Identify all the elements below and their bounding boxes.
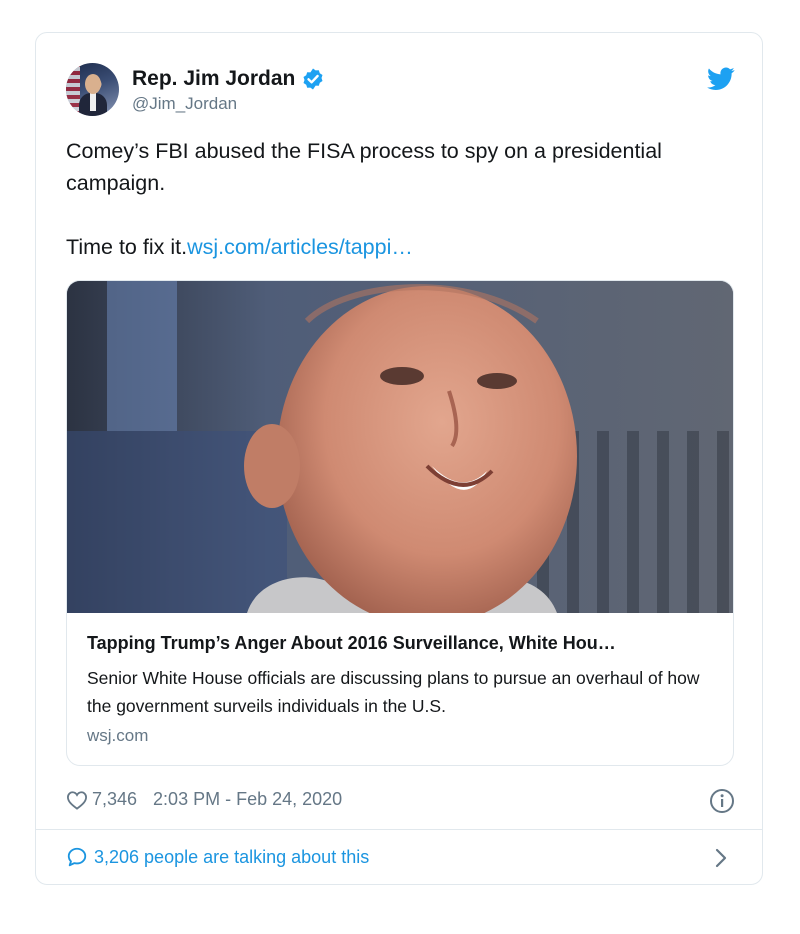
- preview-domain: wsj.com: [87, 726, 149, 745]
- tweet-meta: 7,346 2:03 PM - Feb 24, 2020: [66, 789, 342, 810]
- avatar-head: [85, 74, 101, 94]
- talking-count[interactable]: 3,206 people are talking about this: [94, 847, 369, 868]
- author-handle[interactable]: @Jim_Jordan: [132, 94, 237, 114]
- author-name-row[interactable]: Rep. Jim Jordan: [132, 67, 325, 91]
- avatar-shirt: [90, 93, 96, 111]
- preview-description: Senior White House officials are discuss…: [87, 668, 700, 716]
- preview-photo-illustration: [67, 281, 733, 613]
- preview-image[interactable]: [67, 281, 733, 613]
- avatar-flag: [66, 63, 80, 116]
- author-name[interactable]: Rep. Jim Jordan: [132, 67, 295, 91]
- avatar[interactable]: [66, 63, 119, 116]
- preview-title[interactable]: Tapping Trump’s Anger About 2016 Surveil…: [87, 633, 717, 654]
- conversation-link[interactable]: 3,206 people are talking about this: [66, 846, 369, 868]
- tweet-line-2-text: Time to fix it.: [66, 235, 188, 259]
- tweet-text: Comey’s FBI abused the FISA process to s…: [66, 135, 736, 263]
- footer-divider: [36, 829, 762, 830]
- tweet-line-1: Comey’s FBI abused the FISA process to s…: [66, 139, 662, 195]
- heart-icon[interactable]: [66, 790, 88, 810]
- tweet-line-2: Time to fix it.wsj.com/articles/tappi…: [66, 231, 736, 263]
- embedded-tweet-card[interactable]: Rep. Jim Jordan @Jim_Jordan Comey’s FBI …: [35, 32, 763, 885]
- info-icon[interactable]: [709, 788, 735, 814]
- verified-badge-icon: [303, 68, 323, 90]
- link-preview-card[interactable]: Tapping Trump’s Anger About 2016 Surveil…: [66, 280, 734, 766]
- timestamp[interactable]: 2:03 PM - Feb 24, 2020: [153, 789, 342, 810]
- like-count[interactable]: 7,346: [92, 789, 137, 810]
- twitter-bird-icon[interactable]: [707, 67, 735, 91]
- tweet-link[interactable]: wsj.com/articles/tappi…: [187, 235, 413, 259]
- chevron-right-icon[interactable]: [714, 847, 728, 869]
- speech-bubble-icon: [67, 847, 87, 867]
